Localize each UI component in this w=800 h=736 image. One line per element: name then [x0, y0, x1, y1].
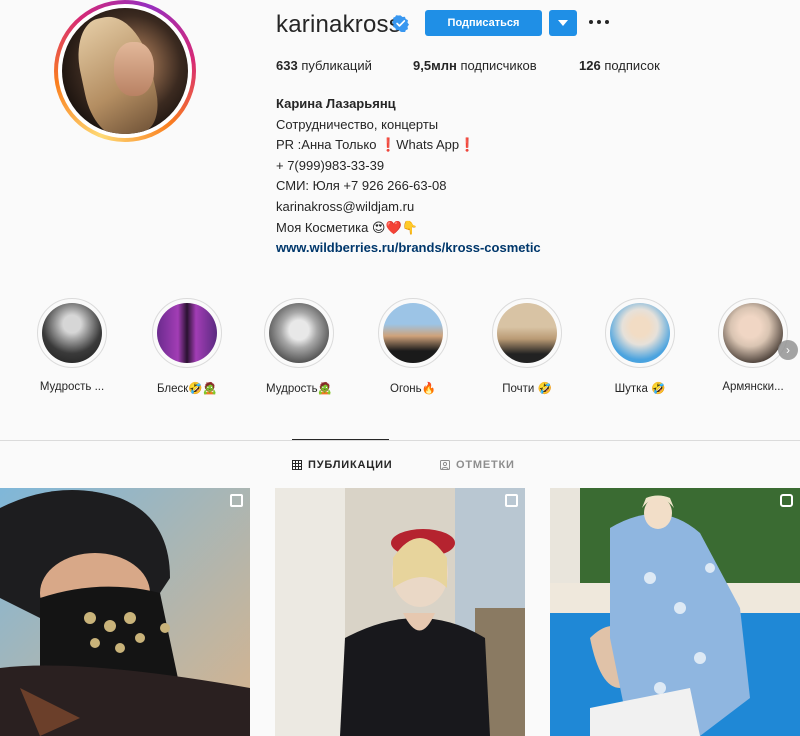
- tabs-divider: [0, 440, 800, 441]
- bio-website-link[interactable]: www.wildberries.ru/brands/kross-cosmetic: [276, 238, 696, 259]
- highlights-next-button[interactable]: ›: [778, 340, 798, 360]
- bio-line: Сотрудничество, концерты: [276, 116, 439, 132]
- avatar-border: [58, 4, 192, 138]
- chevron-right-icon: ›: [786, 343, 790, 357]
- profile-avatar-ring[interactable]: [54, 0, 196, 142]
- story-highlight[interactable]: Почти 🤣: [485, 298, 569, 395]
- post-image: [0, 488, 250, 736]
- stat-following-value: 126: [579, 58, 601, 73]
- post-thumbnail[interactable]: [0, 488, 250, 736]
- highlight-label: Армянски...: [722, 381, 784, 393]
- story-highlight[interactable]: Мудрость🧟: [257, 298, 341, 395]
- tag-icon: [440, 460, 450, 470]
- stat-followers-label: подписчиков: [460, 58, 537, 73]
- profile-username: karinakross: [276, 11, 401, 38]
- story-highlight[interactable]: Блеск🤣🧟: [145, 298, 229, 395]
- follow-button[interactable]: Подписаться: [425, 10, 542, 36]
- story-highlight[interactable]: Огонь🔥: [371, 298, 455, 395]
- stat-posts-value: 633: [276, 58, 298, 73]
- post-image: [550, 488, 800, 736]
- profile-bio: Карина Лазарьянц Сотрудничество, концерт…: [276, 94, 696, 259]
- tab-tagged-label: ОТМЕТКИ: [456, 459, 515, 471]
- more-options-icon[interactable]: [589, 20, 609, 26]
- highlight-label: Блеск🤣🧟: [157, 383, 217, 395]
- highlight-label: Мудрость ...: [39, 381, 105, 393]
- profile-full-name: Карина Лазарьянц: [276, 96, 396, 111]
- bio-line: СМИ: Юля +7 926 266-63-08: [276, 178, 447, 194]
- profile-avatar[interactable]: [62, 8, 188, 134]
- highlight-label: Почти 🤣: [502, 383, 552, 395]
- tab-posts-label: ПУБЛИКАЦИИ: [308, 459, 393, 471]
- tab-tagged[interactable]: ОТМЕТКИ: [440, 459, 515, 471]
- carousel-icon: [505, 494, 518, 507]
- active-tab-indicator: [292, 439, 389, 440]
- carousel-icon: [230, 494, 243, 507]
- post-image: [275, 488, 525, 736]
- grid-icon: [292, 460, 302, 470]
- stat-followers-value: 9,5млн: [413, 58, 457, 73]
- bio-line: Моя Косметика 😍❤️👇: [276, 219, 418, 235]
- stat-following[interactable]: 126 подписок: [579, 58, 660, 73]
- chevron-down-icon: [558, 20, 568, 26]
- stat-posts: 633 публикаций: [276, 58, 372, 73]
- stat-followers[interactable]: 9,5млн подписчиков: [413, 58, 537, 73]
- suggested-dropdown-button[interactable]: [549, 10, 577, 36]
- post-thumbnail[interactable]: [275, 488, 525, 736]
- post-thumbnail[interactable]: [550, 488, 800, 736]
- bio-line: PR :Анна Только ❗Whats App❗: [276, 137, 476, 153]
- story-highlight[interactable]: Мудрость ...: [30, 298, 114, 393]
- highlight-label: Мудрость🧟: [266, 383, 332, 395]
- tab-posts[interactable]: ПУБЛИКАЦИИ: [292, 459, 393, 471]
- highlight-label: Шутка 🤣: [614, 383, 666, 395]
- stat-posts-label: публикаций: [301, 58, 372, 73]
- stat-following-label: подписок: [604, 58, 660, 73]
- igtv-icon: [780, 494, 793, 507]
- bio-line: + 7(999)983-33-39: [276, 157, 385, 173]
- story-highlight[interactable]: Шутка 🤣: [598, 298, 682, 395]
- bio-line: karinakross@wildjam.ru: [276, 198, 415, 214]
- highlight-label: Огонь🔥: [390, 383, 436, 395]
- verified-badge-icon: [392, 15, 409, 32]
